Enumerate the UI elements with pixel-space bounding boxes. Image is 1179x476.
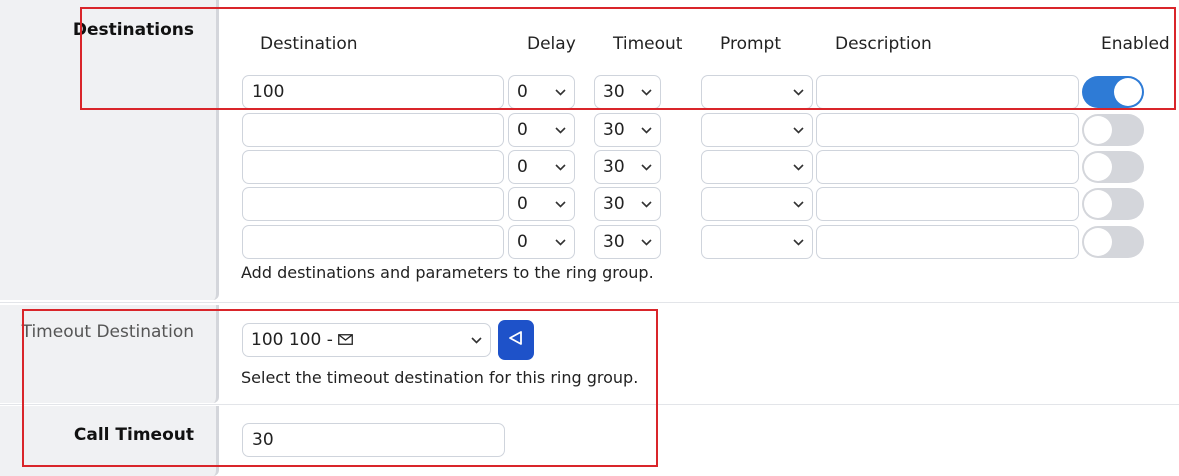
chevron-down-icon <box>555 151 566 183</box>
chevron-down-icon <box>641 114 652 146</box>
enabled-toggle[interactable] <box>1082 114 1144 146</box>
timeout-select[interactable]: 30 <box>594 187 661 221</box>
description-input[interactable] <box>816 113 1079 147</box>
chevron-down-icon <box>555 188 566 220</box>
destination-input[interactable] <box>242 113 504 147</box>
chevron-down-icon <box>641 226 652 258</box>
chevron-down-icon <box>555 114 566 146</box>
enabled-toggle[interactable] <box>1082 226 1144 258</box>
timeout-value: 30 <box>603 194 625 214</box>
chevron-down-icon <box>641 151 652 183</box>
toggle-knob <box>1084 190 1112 218</box>
ring-group-form: Destinations Timeout Destination Call Ti… <box>0 0 1179 476</box>
timeout-value: 30 <box>603 120 625 140</box>
chevron-down-icon <box>793 114 804 146</box>
highlight-box-destinations <box>80 7 1176 110</box>
destination-input[interactable] <box>242 225 504 259</box>
prompt-select[interactable] <box>701 225 813 259</box>
timeout-value: 30 <box>603 232 625 252</box>
timeout-value: 30 <box>603 157 625 177</box>
delay-select[interactable]: 0 <box>508 225 575 259</box>
chevron-down-icon <box>793 151 804 183</box>
enabled-toggle[interactable] <box>1082 151 1144 183</box>
prompt-select[interactable] <box>701 113 813 147</box>
delay-select[interactable]: 0 <box>508 187 575 221</box>
timeout-select[interactable]: 30 <box>594 150 661 184</box>
delay-value: 0 <box>517 157 528 177</box>
destinations-hint: Add destinations and parameters to the r… <box>241 263 654 282</box>
toggle-knob <box>1084 153 1112 181</box>
chevron-down-icon <box>793 226 804 258</box>
toggle-knob <box>1084 116 1112 144</box>
chevron-down-icon <box>793 188 804 220</box>
delay-select[interactable]: 0 <box>508 113 575 147</box>
toggle-knob <box>1084 228 1112 256</box>
highlight-box-timeout <box>22 309 658 467</box>
row-divider <box>0 302 1179 303</box>
chevron-down-icon <box>641 188 652 220</box>
prompt-select[interactable] <box>701 150 813 184</box>
delay-value: 0 <box>517 194 528 214</box>
prompt-select[interactable] <box>701 187 813 221</box>
timeout-select[interactable]: 30 <box>594 113 661 147</box>
description-input[interactable] <box>816 187 1079 221</box>
enabled-toggle[interactable] <box>1082 188 1144 220</box>
description-input[interactable] <box>816 225 1079 259</box>
timeout-select[interactable]: 30 <box>594 225 661 259</box>
delay-value: 0 <box>517 232 528 252</box>
delay-select[interactable]: 0 <box>508 150 575 184</box>
destination-input[interactable] <box>242 150 504 184</box>
chevron-down-icon <box>555 226 566 258</box>
description-input[interactable] <box>816 150 1079 184</box>
delay-value: 0 <box>517 120 528 140</box>
destination-input[interactable] <box>242 187 504 221</box>
